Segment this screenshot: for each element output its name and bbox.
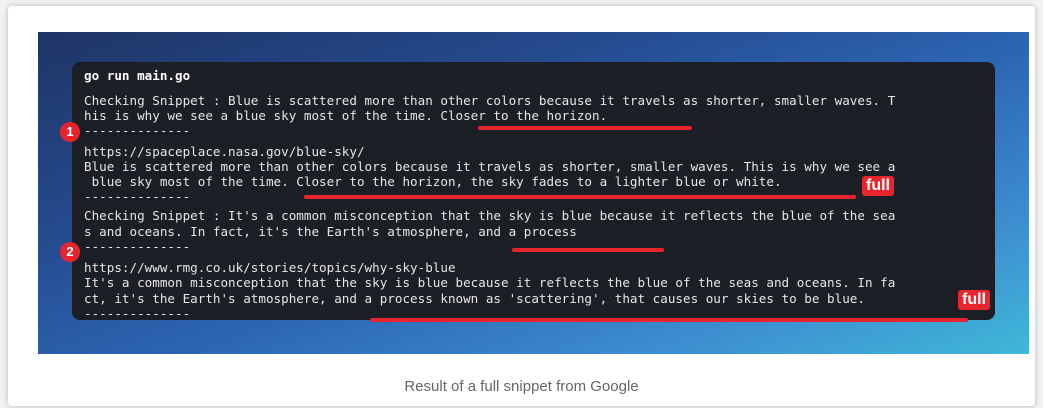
full-badge: full: [958, 290, 990, 310]
image-caption: Result of a full snippet from Google: [404, 378, 639, 395]
terminal-command: go run main.go: [84, 68, 191, 83]
terminal-line: s and oceans. In fact, it's the Earth's …: [84, 224, 577, 239]
highlight-underline: [512, 248, 664, 252]
terminal-url: https://spaceplace.nasa.gov/blue-sky/: [84, 144, 365, 159]
terminal-line: Checking Snippet : It's a common misconc…: [84, 208, 896, 223]
terminal-separator: --------------: [84, 306, 191, 320]
terminal-line: Checking Snippet : Blue is scattered mor…: [84, 93, 896, 108]
terminal-separator: --------------: [84, 239, 191, 254]
terminal-line: Blue is scattered more than other colors…: [84, 159, 896, 174]
terminal-line: It's a common misconception that the sky…: [84, 275, 896, 290]
full-badge: full: [862, 176, 894, 196]
highlight-underline: [478, 126, 692, 130]
terminal-separator: --------------: [84, 189, 191, 204]
terminal-line: his is why we see a blue sky most of the…: [84, 108, 608, 123]
terminal-window: go run main.go Checking Snippet : Blue i…: [72, 62, 995, 320]
step-marker-1: 1: [60, 122, 80, 142]
highlight-underline: [370, 318, 968, 322]
terminal-url: https://www.rmg.co.uk/stories/topics/why…: [84, 260, 456, 275]
terminal-line: ct, it's the Earth's atmosphere, and a p…: [84, 291, 865, 306]
highlight-underline: [304, 195, 856, 199]
step-marker-2: 2: [60, 242, 80, 262]
terminal-separator: --------------: [84, 123, 191, 138]
terminal-line: blue sky most of the time. Closer to the…: [84, 174, 782, 189]
